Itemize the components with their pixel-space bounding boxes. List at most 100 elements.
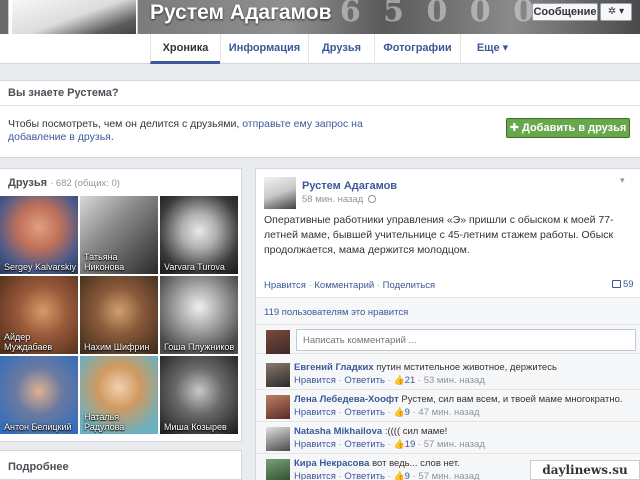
comment-meta: Нравится · Ответить · 👍9 · 47 мин. назад	[294, 407, 480, 418]
comment-input-row	[256, 324, 640, 354]
comment-body: путин мстительное животное, держитесь	[376, 362, 557, 373]
friend-tile[interactable]: Миша Козырев	[160, 356, 238, 434]
friend-tile[interactable]: Татьяна Никонова	[80, 196, 158, 274]
tab-friends[interactable]: Друзья	[308, 34, 374, 64]
message-button[interactable]: Сообщение	[532, 3, 598, 21]
tab-more[interactable]: Еще ▾	[460, 34, 524, 64]
more-title: Подробнее	[8, 461, 69, 473]
comment-meta: Нравится · Ответить · 👍21 · 53 мин. наза…	[294, 375, 485, 386]
comment-like-link[interactable]: Нравится	[294, 439, 336, 450]
comment-body: вот ведь... слов нет.	[372, 458, 460, 469]
comment-text: Кира Некрасова вот ведь... слов нет.	[294, 458, 460, 469]
more-section: Подробнее	[0, 450, 242, 480]
comment-item: Natasha Mikhailova :(((( сил маме! Нрави…	[256, 422, 640, 454]
post-time-text[interactable]: 58 мин. назад	[302, 194, 363, 205]
post-author-avatar[interactable]	[264, 177, 296, 209]
friend-tile[interactable]: Наталья Радулова	[80, 356, 158, 434]
friend-name: Varvara Turova	[164, 262, 225, 272]
thumbs-up-icon: 👍	[393, 375, 405, 385]
comment-author[interactable]: Natasha Mikhailova	[294, 426, 382, 437]
post-text: Оперативные работники управления «Э» при…	[264, 214, 614, 256]
like-link[interactable]: Нравится	[264, 280, 306, 291]
know-title: Вы знаете Рустема?	[8, 87, 119, 99]
friend-name: Антон Белицкий	[4, 422, 72, 432]
timeline-post: Рустем Адагамов 58 мин. назад ▾ Оператив…	[255, 168, 640, 480]
comment-like-count[interactable]: 21	[405, 375, 416, 386]
comment-time[interactable]: 57 мин. назад	[424, 439, 485, 450]
friends-panel: Друзья · 682 (общих: 0) Sergey Kalvarski…	[0, 168, 242, 442]
add-friend-button[interactable]: ✚ Добавить в друзья	[506, 118, 630, 138]
friend-tile[interactable]: Антон Белицкий	[0, 356, 78, 434]
know-text-prefix: Чтобы посмотреть, чем он делится с друзь…	[8, 118, 243, 130]
viewer-avatar	[266, 330, 290, 354]
friend-tile[interactable]: Нахим Шифрин	[80, 276, 158, 354]
tab-info[interactable]: Информация	[220, 34, 308, 64]
comment-count[interactable]: 59	[612, 279, 634, 290]
comment-body: :(((( сил маме!	[384, 426, 448, 437]
comment-author[interactable]: Кира Некрасова	[294, 458, 369, 469]
friend-name: Миша Козырев	[164, 422, 227, 432]
comment-reply-link[interactable]: Ответить	[344, 375, 385, 386]
friend-tile[interactable]: Айдер Муждабаев	[0, 276, 78, 354]
comment-like-link[interactable]: Нравится	[294, 471, 336, 480]
profile-name[interactable]: Рустем Адагамов	[150, 1, 332, 25]
friend-tile[interactable]: Varvara Turova	[160, 196, 238, 274]
friends-title: Друзья · 682 (общих: 0)	[8, 177, 120, 189]
friends-title-link[interactable]: Друзья	[8, 177, 47, 189]
comment-like-count[interactable]: 9	[405, 471, 410, 480]
post-options-chevron-icon[interactable]: ▾	[620, 175, 625, 186]
add-friend-icon: ✚	[509, 122, 522, 134]
friend-name: Наталья Радулова	[84, 412, 125, 432]
know-text: Чтобы посмотреть, чем он делится с друзь…	[8, 118, 418, 144]
comment-author[interactable]: Евгений Гладких	[294, 362, 374, 373]
friend-name: Sergey Kalvarskiy	[4, 262, 77, 272]
comment-count-value: 59	[623, 279, 634, 290]
globe-icon	[367, 195, 376, 203]
comment-bubble-icon	[612, 280, 621, 288]
comment-reply-link[interactable]: Ответить	[344, 439, 385, 450]
tab-timeline[interactable]: Хроника	[150, 34, 220, 64]
comment-reply-link[interactable]: Ответить	[344, 471, 385, 480]
comment-like-link[interactable]: Нравится	[294, 375, 336, 386]
comment-author[interactable]: Лена Лебедева-Хоофт	[294, 394, 399, 405]
friend-name: Татьяна Никонова	[84, 252, 125, 272]
post-author-name[interactable]: Рустем Адагамов	[302, 180, 397, 192]
commenter-avatar[interactable]	[266, 459, 290, 480]
tab-photos[interactable]: Фотографии	[374, 34, 460, 64]
comment-text: Natasha Mikhailova :(((( сил маме!	[294, 426, 447, 437]
comment-text: Лена Лебедева-Хоофт Рустем, сил вам всем…	[294, 394, 623, 405]
friend-tile[interactable]: Sergey Kalvarskiy	[0, 196, 78, 274]
friend-name: Нахим Шифрин	[84, 342, 150, 352]
post-actions: Нравится · Комментарий · Поделиться	[264, 280, 436, 291]
commenter-avatar[interactable]	[266, 427, 290, 451]
comment-link[interactable]: Комментарий	[314, 280, 374, 291]
comment-reply-link[interactable]: Ответить	[344, 407, 385, 418]
comment-text: Евгений Гладких путин мстительное животн…	[294, 362, 557, 373]
post-feedback: 119 пользователям это нравится Евгений Г…	[256, 297, 640, 480]
thumbs-up-icon: 👍	[393, 439, 405, 449]
comment-body: Рустем, сил вам всем, и твоей маме много…	[401, 394, 623, 405]
friend-tile[interactable]: Гоша Плужников	[160, 276, 238, 354]
know-user-box: Вы знаете Рустема? Чтобы посмотреть, чем…	[0, 80, 640, 158]
comment-meta: Нравится · Ответить · 👍19 · 57 мин. наза…	[294, 439, 485, 450]
comment-time[interactable]: 53 мин. назад	[424, 375, 485, 386]
comment-like-link[interactable]: Нравится	[294, 407, 336, 418]
comment-meta: Нравится · Ответить · 👍9 · 57 мин. назад	[294, 471, 480, 480]
watermark: daylinews.su	[530, 460, 640, 480]
friend-name: Гоша Плужников	[164, 342, 235, 352]
gear-menu-button[interactable]: ✲ ▾	[600, 3, 632, 21]
thumbs-up-icon: 👍	[393, 471, 405, 480]
commenter-avatar[interactable]	[266, 363, 290, 387]
commenter-avatar[interactable]	[266, 395, 290, 419]
comment-time[interactable]: 47 мин. назад	[418, 407, 479, 418]
profile-nav: Хроника Информация Друзья Фотографии Еще…	[0, 34, 640, 64]
comment-item: Евгений Гладких путин мстительное животн…	[256, 358, 640, 390]
share-link[interactable]: Поделиться	[383, 280, 435, 291]
comment-time[interactable]: 57 мин. назад	[418, 471, 479, 480]
likes-summary[interactable]: 119 пользователям это нравится	[264, 307, 408, 318]
comment-like-count[interactable]: 9	[405, 407, 410, 418]
comment-input[interactable]	[296, 329, 636, 351]
thumbs-up-icon: 👍	[393, 407, 405, 417]
comment-like-count[interactable]: 19	[405, 439, 416, 450]
post-time: 58 мин. назад	[302, 194, 376, 205]
